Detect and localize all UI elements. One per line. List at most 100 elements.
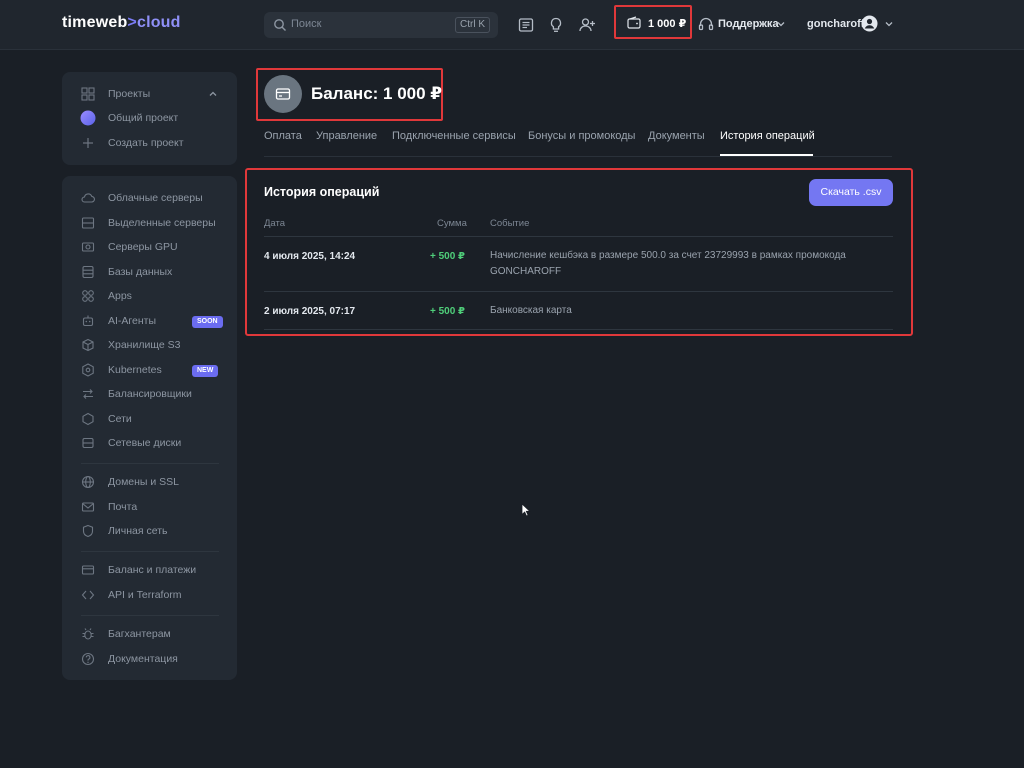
sidebar-item-label: Серверы GPU [108, 241, 178, 253]
help-icon [81, 652, 95, 666]
section-title: История операций [264, 185, 380, 199]
cloud-icon [81, 193, 95, 203]
tab-documents[interactable]: Документы [648, 130, 705, 142]
sidebar-item-label: Баланс и платежи [108, 564, 197, 576]
table-divider [264, 236, 893, 237]
top-bar: timeweb>cloud Поиск Ctrl K 1 000 ₽ Подде… [0, 0, 1024, 50]
sidebar-item-network-disks[interactable]: Сетевые диски [62, 433, 237, 453]
plus-icon [83, 138, 93, 148]
sidebar-item-bug-hunters[interactable]: Багхантерам [62, 624, 237, 644]
tabs: Оплата Управление Подключенные сервисы Б… [264, 129, 892, 157]
sidebar-item-label: Apps [108, 290, 132, 302]
search-placeholder: Поиск [291, 18, 322, 30]
sidebar-item-mail[interactable]: Почта [62, 497, 237, 517]
search-shortcut: Ctrl K [455, 17, 490, 33]
user-avatar-icon [861, 15, 878, 32]
grid-icon [81, 87, 95, 101]
sidebar-item-s3-storage[interactable]: Хранилище S3 [62, 335, 237, 355]
sidebar-item-label: Облачные серверы [108, 192, 203, 204]
sidebar-item-documentation[interactable]: Документация [62, 649, 237, 669]
ai-icon [82, 315, 94, 327]
globe-icon [81, 475, 95, 489]
sidebar-item-label: AI-Агенты [108, 315, 157, 327]
balancer-icon [83, 389, 93, 399]
services-card: Облачные серверы Выделенные серверы Серв… [62, 176, 237, 680]
operations-history-panel: История операций Скачать .csv Дата Сумма… [245, 168, 913, 336]
tab-operations-history[interactable]: История операций [720, 130, 815, 142]
sidebar-item-label: Почта [108, 501, 138, 513]
tab-connected-services[interactable]: Подключенные сервисы [392, 130, 516, 142]
logo-text: timeweb [62, 14, 128, 31]
api-icon [81, 590, 95, 600]
bug-icon [82, 628, 94, 640]
kubernetes-icon [82, 363, 94, 377]
card-icon [81, 565, 95, 575]
sidebar-item-cloud-servers[interactable]: Облачные серверы [62, 188, 237, 208]
sidebar-item-ai-agents[interactable]: AI-Агенты SOON [62, 311, 237, 331]
page-title: Баланс: 1 000 ₽ [311, 84, 443, 103]
column-header-date: Дата [264, 218, 286, 229]
table-divider [264, 329, 893, 330]
sidebar-item-label: Балансировщики [108, 388, 192, 400]
chevron-up-icon [209, 91, 217, 96]
sidebar-item-balancers[interactable]: Балансировщики [62, 384, 237, 404]
tab-management[interactable]: Управление [316, 130, 377, 142]
database-icon [82, 265, 94, 279]
sidebar-divider [81, 551, 219, 552]
sidebar-item-label: Багхантерам [108, 628, 171, 640]
mouse-cursor-icon [521, 503, 531, 517]
sidebar-item-apps[interactable]: Apps [62, 286, 237, 306]
new-badge: NEW [192, 365, 219, 377]
soon-badge: SOON [192, 316, 223, 328]
sidebar-item-label: Личная сеть [108, 525, 168, 537]
sidebar-item-label: Хранилище S3 [108, 339, 181, 351]
table-divider [264, 291, 893, 292]
sidebar-item-networks[interactable]: Сети [62, 409, 237, 429]
tab-bonuses[interactable]: Бонусы и промокоды [528, 130, 635, 142]
sidebar-item-domains[interactable]: Домены и SSL [62, 472, 237, 492]
row-amount: + 500 ₽ [429, 306, 465, 317]
row-event: Банковская карта [490, 305, 572, 316]
sidebar-item-label: Домены и SSL [108, 476, 180, 488]
row-event: Начисление кешбэка в размере 500.0 за сч… [490, 250, 846, 277]
sidebar-item-api-terraform[interactable]: API и Terraform [62, 585, 237, 605]
column-header-event: Событие [490, 218, 530, 229]
tab-payment[interactable]: Оплата [264, 130, 302, 142]
active-tab-indicator [720, 154, 813, 156]
card-icon [275, 88, 291, 100]
sidebar-item-label: API и Terraform [108, 589, 182, 601]
projects-header[interactable]: Проекты [62, 84, 237, 104]
balance-amount: 1 000 ₽ [648, 18, 687, 30]
wallet-icon [627, 16, 641, 29]
apps-icon [82, 290, 94, 302]
logo-separator: > [127, 14, 137, 31]
shield-icon [82, 524, 94, 538]
column-header-amount: Сумма [437, 218, 467, 229]
username: goncharoff [807, 18, 865, 30]
add-user-icon[interactable] [578, 16, 596, 34]
sidebar-item-kubernetes[interactable]: Kubernetes NEW [62, 360, 237, 380]
sidebar-item-label: Создать проект [108, 137, 184, 149]
search-icon [274, 19, 286, 31]
download-csv-button[interactable]: Скачать .csv [809, 179, 893, 206]
sidebar-item-label: Выделенные серверы [108, 217, 216, 229]
logo[interactable]: timeweb>cloud [62, 14, 181, 32]
news-icon[interactable] [517, 16, 535, 34]
row-date: 2 июля 2025, 07:17 [264, 306, 356, 317]
sidebar-item-general-project[interactable]: Общий проект [62, 108, 237, 128]
sidebar-item-balance-payments[interactable]: Баланс и платежи [62, 560, 237, 580]
projects-card: Проекты Общий проект Создать проект [62, 72, 237, 165]
row-amount: + 500 ₽ [429, 251, 465, 262]
lightbulb-icon[interactable] [547, 16, 565, 34]
sidebar-item-dedicated-servers[interactable]: Выделенные серверы [62, 213, 237, 233]
row-date: 4 июля 2025, 14:24 [264, 251, 356, 262]
sidebar-item-create-project[interactable]: Создать проект [62, 133, 237, 153]
sidebar-item-private-network[interactable]: Личная сеть [62, 521, 237, 541]
headset-icon [698, 17, 714, 31]
sidebar-item-gpu-servers[interactable]: Серверы GPU [62, 237, 237, 257]
balance-button[interactable]: 1 000 ₽ [614, 5, 692, 39]
search-input[interactable]: Поиск Ctrl K [264, 12, 498, 38]
disk-icon [82, 437, 94, 449]
sidebar-item-databases[interactable]: Базы данных [62, 262, 237, 282]
gpu-icon [81, 242, 95, 252]
